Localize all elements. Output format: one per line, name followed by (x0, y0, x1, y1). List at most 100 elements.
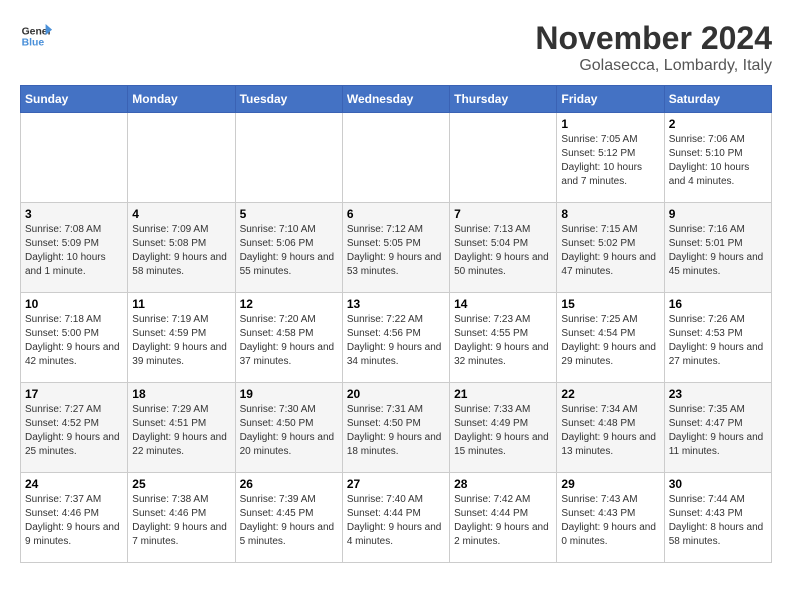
day-number: 7 (454, 207, 552, 221)
day-info: Sunrise: 7:10 AM Sunset: 5:06 PM Dayligh… (240, 223, 338, 279)
day-number: 30 (669, 477, 767, 491)
day-number: 28 (454, 477, 552, 491)
day-info: Sunrise: 7:22 AM Sunset: 4:56 PM Dayligh… (347, 313, 445, 369)
day-number: 29 (561, 477, 659, 491)
calendar-header-row: SundayMondayTuesdayWednesdayThursdayFrid… (21, 86, 772, 113)
calendar-cell (21, 113, 128, 203)
calendar-week-row: 3 Sunrise: 7:08 AM Sunset: 5:09 PM Daylig… (21, 203, 772, 293)
day-number: 11 (132, 297, 230, 311)
weekday-header: Saturday (664, 86, 771, 113)
calendar-cell: 21 Sunrise: 7:33 AM Sunset: 4:49 PM Dayli… (450, 383, 557, 473)
calendar-cell: 19Sunrise: 7:30 AM Sunset: 4:50 PM Dayli… (235, 383, 342, 473)
day-info: Sunrise: 7:06 AM Sunset: 5:10 PM Dayligh… (669, 133, 767, 189)
day-number: 10 (25, 297, 123, 311)
calendar-cell (235, 113, 342, 203)
day-info: Sunrise: 7:33 AM Sunset: 4:49 PM Dayligh… (454, 403, 552, 459)
day-number: 26 (240, 477, 338, 491)
calendar-cell: 29 Sunrise: 7:43 AM Sunset: 4:43 PM Dayli… (557, 473, 664, 563)
weekday-header: Tuesday (235, 86, 342, 113)
day-number: 25 (132, 477, 230, 491)
day-info: Sunrise: 7:26 AM Sunset: 4:53 PM Dayligh… (669, 313, 767, 369)
calendar-cell: 7 Sunrise: 7:13 AM Sunset: 5:04 PM Daylig… (450, 203, 557, 293)
logo: General Blue (20, 20, 52, 52)
day-number: 13 (347, 297, 445, 311)
day-number: 22 (561, 387, 659, 401)
day-info: Sunrise: 7:16 AM Sunset: 5:01 PM Dayligh… (669, 223, 767, 279)
calendar-cell (450, 113, 557, 203)
day-info: Sunrise: 7:08 AM Sunset: 5:09 PM Dayligh… (25, 223, 123, 279)
calendar-cell: 17 Sunrise: 7:27 AM Sunset: 4:52 PM Dayli… (21, 383, 128, 473)
location: Golasecca, Lombardy, Italy (535, 57, 772, 75)
calendar-cell: 14 Sunrise: 7:23 AM Sunset: 4:55 PM Dayli… (450, 293, 557, 383)
calendar-cell: 11 Sunrise: 7:19 AM Sunset: 4:59 PM Dayli… (128, 293, 235, 383)
calendar-table: SundayMondayTuesdayWednesdayThursdayFrid… (20, 85, 772, 563)
day-number: 17 (25, 387, 123, 401)
day-number: 8 (561, 207, 659, 221)
calendar-cell: 1 Sunrise: 7:05 AM Sunset: 5:12 PM Daylig… (557, 113, 664, 203)
day-info: Sunrise: 7:09 AM Sunset: 5:08 PM Dayligh… (132, 223, 230, 279)
day-info: Sunrise: 7:19 AM Sunset: 4:59 PM Dayligh… (132, 313, 230, 369)
calendar-cell: 8 Sunrise: 7:15 AM Sunset: 5:02 PM Daylig… (557, 203, 664, 293)
day-info: Sunrise: 7:35 AM Sunset: 4:47 PM Dayligh… (669, 403, 767, 459)
calendar-cell: 28Sunrise: 7:42 AM Sunset: 4:44 PM Dayli… (450, 473, 557, 563)
day-number: 27 (347, 477, 445, 491)
calendar-cell: 24 Sunrise: 7:37 AM Sunset: 4:46 PM Dayli… (21, 473, 128, 563)
calendar-week-row: 24 Sunrise: 7:37 AM Sunset: 4:46 PM Dayli… (21, 473, 772, 563)
day-number: 2 (669, 117, 767, 131)
day-number: 16 (669, 297, 767, 311)
day-info: Sunrise: 7:34 AM Sunset: 4:48 PM Dayligh… (561, 403, 659, 459)
day-number: 24 (25, 477, 123, 491)
day-info: Sunrise: 7:13 AM Sunset: 5:04 PM Dayligh… (454, 223, 552, 279)
day-info: Sunrise: 7:20 AM Sunset: 4:58 PM Dayligh… (240, 313, 338, 369)
day-number: 6 (347, 207, 445, 221)
day-number: 3 (25, 207, 123, 221)
calendar-cell: 15Sunrise: 7:25 AM Sunset: 4:54 PM Dayli… (557, 293, 664, 383)
day-info: Sunrise: 7:27 AM Sunset: 4:52 PM Dayligh… (25, 403, 123, 459)
day-info: Sunrise: 7:12 AM Sunset: 5:05 PM Dayligh… (347, 223, 445, 279)
day-number: 4 (132, 207, 230, 221)
day-info: Sunrise: 7:38 AM Sunset: 4:46 PM Dayligh… (132, 493, 230, 549)
day-info: Sunrise: 7:44 AM Sunset: 4:43 PM Dayligh… (669, 493, 767, 549)
day-info: Sunrise: 7:15 AM Sunset: 5:02 PM Dayligh… (561, 223, 659, 279)
svg-text:Blue: Blue (22, 38, 45, 49)
day-info: Sunrise: 7:25 AM Sunset: 4:54 PM Dayligh… (561, 313, 659, 369)
day-info: Sunrise: 7:29 AM Sunset: 4:51 PM Dayligh… (132, 403, 230, 459)
calendar-cell: 4 Sunrise: 7:09 AM Sunset: 5:08 PM Daylig… (128, 203, 235, 293)
calendar-cell: 6 Sunrise: 7:12 AM Sunset: 5:05 PM Daylig… (342, 203, 449, 293)
day-number: 23 (669, 387, 767, 401)
logo-icon: General Blue (20, 20, 52, 52)
day-number: 19 (240, 387, 338, 401)
month-title: November 2024 (535, 20, 772, 57)
calendar-cell: 30 Sunrise: 7:44 AM Sunset: 4:43 PM Dayli… (664, 473, 771, 563)
calendar-cell: 9 Sunrise: 7:16 AM Sunset: 5:01 PM Daylig… (664, 203, 771, 293)
day-info: Sunrise: 7:43 AM Sunset: 4:43 PM Dayligh… (561, 493, 659, 549)
calendar-cell: 26 Sunrise: 7:39 AM Sunset: 4:45 PM Dayli… (235, 473, 342, 563)
calendar-cell: 18Sunrise: 7:29 AM Sunset: 4:51 PM Dayli… (128, 383, 235, 473)
day-number: 14 (454, 297, 552, 311)
calendar-cell (128, 113, 235, 203)
day-info: Sunrise: 7:23 AM Sunset: 4:55 PM Dayligh… (454, 313, 552, 369)
day-info: Sunrise: 7:39 AM Sunset: 4:45 PM Dayligh… (240, 493, 338, 549)
day-number: 1 (561, 117, 659, 131)
calendar-cell: 25 Sunrise: 7:38 AM Sunset: 4:46 PM Dayli… (128, 473, 235, 563)
day-info: Sunrise: 7:05 AM Sunset: 5:12 PM Dayligh… (561, 133, 659, 189)
calendar-cell (342, 113, 449, 203)
calendar-cell: 2 Sunrise: 7:06 AM Sunset: 5:10 PM Daylig… (664, 113, 771, 203)
calendar-cell: 16 Sunrise: 7:26 AM Sunset: 4:53 PM Dayli… (664, 293, 771, 383)
calendar-cell: 20Sunrise: 7:31 AM Sunset: 4:50 PM Dayli… (342, 383, 449, 473)
day-info: Sunrise: 7:37 AM Sunset: 4:46 PM Dayligh… (25, 493, 123, 549)
weekday-header: Thursday (450, 86, 557, 113)
calendar-cell: 27Sunrise: 7:40 AM Sunset: 4:44 PM Dayli… (342, 473, 449, 563)
day-number: 12 (240, 297, 338, 311)
calendar-cell: 3 Sunrise: 7:08 AM Sunset: 5:09 PM Daylig… (21, 203, 128, 293)
calendar-cell: 10Sunrise: 7:18 AM Sunset: 5:00 PM Dayli… (21, 293, 128, 383)
day-number: 21 (454, 387, 552, 401)
calendar-cell: 22 Sunrise: 7:34 AM Sunset: 4:48 PM Dayli… (557, 383, 664, 473)
day-number: 9 (669, 207, 767, 221)
weekday-header: Wednesday (342, 86, 449, 113)
weekday-header: Friday (557, 86, 664, 113)
calendar-cell: 12 Sunrise: 7:20 AM Sunset: 4:58 PM Dayli… (235, 293, 342, 383)
title-block: November 2024 Golasecca, Lombardy, Italy (535, 20, 772, 75)
calendar-week-row: 17 Sunrise: 7:27 AM Sunset: 4:52 PM Dayli… (21, 383, 772, 473)
calendar-cell: 13 Sunrise: 7:22 AM Sunset: 4:56 PM Dayli… (342, 293, 449, 383)
